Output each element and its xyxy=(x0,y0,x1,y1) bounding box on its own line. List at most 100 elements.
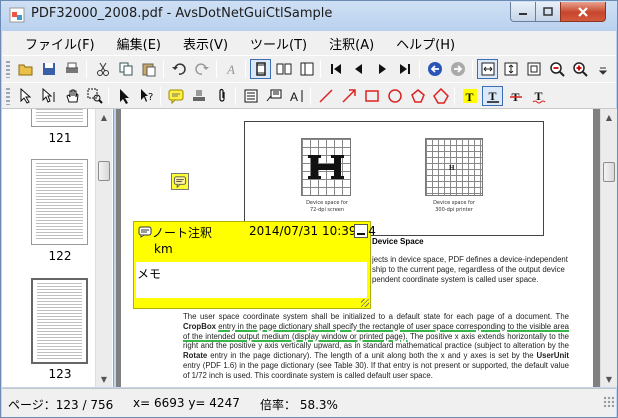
menu-edit[interactable]: 編集(E) xyxy=(106,32,172,55)
pdf-page[interactable]: Device space for 72-dpi screen H Device … xyxy=(121,109,593,387)
redo-icon[interactable] xyxy=(191,59,212,79)
toolbar-separator xyxy=(235,87,236,105)
note-resize-grip[interactable] xyxy=(361,299,369,307)
rectangle-icon[interactable] xyxy=(361,86,382,106)
page-thumbnail[interactable] xyxy=(31,109,88,127)
note-popup-textarea[interactable]: メモ xyxy=(136,262,367,298)
note-popup-icon xyxy=(138,226,152,238)
note-annotation-icon[interactable] xyxy=(165,86,186,106)
page-thumbnail-selected[interactable] xyxy=(31,278,88,364)
figure-caption-72dpi: Device space for 72-dpi screen xyxy=(306,200,348,213)
menu-help[interactable]: ヘルプ(H) xyxy=(385,32,466,55)
squiggly-icon[interactable]: T xyxy=(528,86,549,106)
svg-text:?: ? xyxy=(148,92,153,103)
polygon-icon[interactable] xyxy=(407,86,428,106)
status-page: ページ：123 / 756 xyxy=(8,398,114,412)
text-select-icon[interactable] xyxy=(38,86,59,106)
resize-grip[interactable] xyxy=(603,396,614,407)
scroll-up-icon[interactable]: ▲ xyxy=(96,109,112,125)
maximize-button[interactable] xyxy=(535,2,561,22)
scroll-thumb[interactable] xyxy=(98,161,110,181)
undo-icon[interactable] xyxy=(168,59,189,79)
note-popup[interactable]: ノート注釈 2014/07/31 10:39:54 km メモ xyxy=(133,221,376,309)
rotate-term: Rotate xyxy=(183,351,208,361)
note-annotation-marker[interactable] xyxy=(171,173,189,190)
paragraph-1-line: ship to the current page, regardless of … xyxy=(372,264,565,274)
scroll-thumb[interactable] xyxy=(603,162,615,182)
callout-icon[interactable] xyxy=(263,86,284,106)
fit-page-icon[interactable] xyxy=(523,59,544,79)
ellipse-icon[interactable] xyxy=(384,86,405,106)
document-view[interactable]: Device space for 72-dpi screen H Device … xyxy=(116,109,600,387)
next-page-icon[interactable] xyxy=(371,59,392,79)
attachment-icon[interactable] xyxy=(211,86,232,106)
minimize-button[interactable] xyxy=(510,2,536,22)
thumbnail-pane[interactable]: 121 122 123 ▲ ▼ xyxy=(2,109,114,387)
window-title: PDF32000_2008.pdf - AvsDotNetGuiCtlSampl… xyxy=(31,6,333,21)
app-icon xyxy=(9,7,25,23)
close-button[interactable] xyxy=(560,2,606,22)
menu-annotations[interactable]: 注釈(A) xyxy=(318,32,385,55)
typewriter-icon[interactable]: A xyxy=(286,86,307,106)
thumbnail-panel-icon[interactable] xyxy=(296,59,317,79)
back-icon[interactable] xyxy=(424,59,445,79)
stamp-icon[interactable] xyxy=(188,86,209,106)
note-minimize-button[interactable] xyxy=(354,224,368,238)
fit-height-icon[interactable] xyxy=(500,59,521,79)
last-page-icon[interactable] xyxy=(394,59,415,79)
toolbar-separator xyxy=(216,60,217,78)
forward-icon[interactable] xyxy=(447,59,468,79)
zoom-in-icon[interactable] xyxy=(569,59,590,79)
copy-icon[interactable] xyxy=(115,59,136,79)
strikeout-icon[interactable]: T xyxy=(505,86,526,106)
two-page-icon[interactable] xyxy=(273,59,294,79)
hand-tool-icon[interactable] xyxy=(61,86,82,106)
thumbnail-label: 122 xyxy=(48,249,72,263)
status-zoom: 倍率： 58.3% xyxy=(260,398,338,412)
scroll-down-icon[interactable]: ▼ xyxy=(96,371,112,387)
open-icon[interactable] xyxy=(15,59,36,79)
menu-view[interactable]: 表示(V) xyxy=(172,32,239,55)
marquee-zoom-icon[interactable] xyxy=(84,86,105,106)
line-icon[interactable] xyxy=(315,86,336,106)
svg-text:A: A xyxy=(290,90,298,104)
section-heading: Device Space xyxy=(372,237,424,246)
svg-text:T: T xyxy=(465,90,473,104)
toolbar-grip[interactable] xyxy=(6,88,10,105)
figure-device-space: Device space for 72-dpi screen H Device … xyxy=(244,121,544,236)
document-scrollbar[interactable]: ▲ ▼ xyxy=(600,109,617,387)
previous-page-icon[interactable] xyxy=(348,59,369,79)
toolbar-separator xyxy=(245,60,246,78)
help-cursor-icon[interactable]: ? xyxy=(136,86,157,106)
figure-caption-300dpi: Device space for 300-dpi printer xyxy=(433,200,475,213)
arrow-select-icon[interactable] xyxy=(113,86,134,106)
page-thumbnail[interactable] xyxy=(31,159,88,245)
scroll-up-icon[interactable]: ▲ xyxy=(601,109,617,125)
menu-tools[interactable]: ツール(T) xyxy=(239,32,318,55)
text-style-icon[interactable]: A xyxy=(221,59,242,79)
paste-icon[interactable] xyxy=(138,59,159,79)
paragraph-2-text: entry in the page dictionary). The lengt… xyxy=(210,351,534,361)
single-page-icon[interactable] xyxy=(250,59,271,79)
note-popup-author: km xyxy=(154,242,173,256)
cut-icon[interactable] xyxy=(92,59,113,79)
scroll-down-icon[interactable]: ▼ xyxy=(601,371,617,387)
save-icon[interactable] xyxy=(38,59,59,79)
fit-width-icon[interactable] xyxy=(477,59,498,79)
first-page-icon[interactable] xyxy=(325,59,346,79)
highlight-icon[interactable]: T xyxy=(459,86,480,106)
arrow-icon[interactable] xyxy=(338,86,359,106)
paragraph-2-text: The user space coordinate system shall b… xyxy=(183,312,569,321)
menu-file[interactable]: ファイル(F) xyxy=(14,32,106,55)
main-toolbar: A xyxy=(2,55,616,82)
text-box-icon[interactable] xyxy=(240,86,261,106)
toolbar-grip[interactable] xyxy=(6,61,10,78)
underline-icon[interactable]: T xyxy=(482,86,503,106)
thumbnail-scrollbar[interactable]: ▲ ▼ xyxy=(95,109,112,387)
zoom-out-icon[interactable] xyxy=(546,59,567,79)
select-tool-icon[interactable] xyxy=(15,86,36,106)
toolbar-overflow-icon[interactable] xyxy=(596,59,610,79)
title-bar[interactable]: PDF32000_2008.pdf - AvsDotNetGuiCtlSampl… xyxy=(1,1,617,29)
print-icon[interactable] xyxy=(61,59,82,79)
cloud-icon[interactable] xyxy=(430,86,451,106)
